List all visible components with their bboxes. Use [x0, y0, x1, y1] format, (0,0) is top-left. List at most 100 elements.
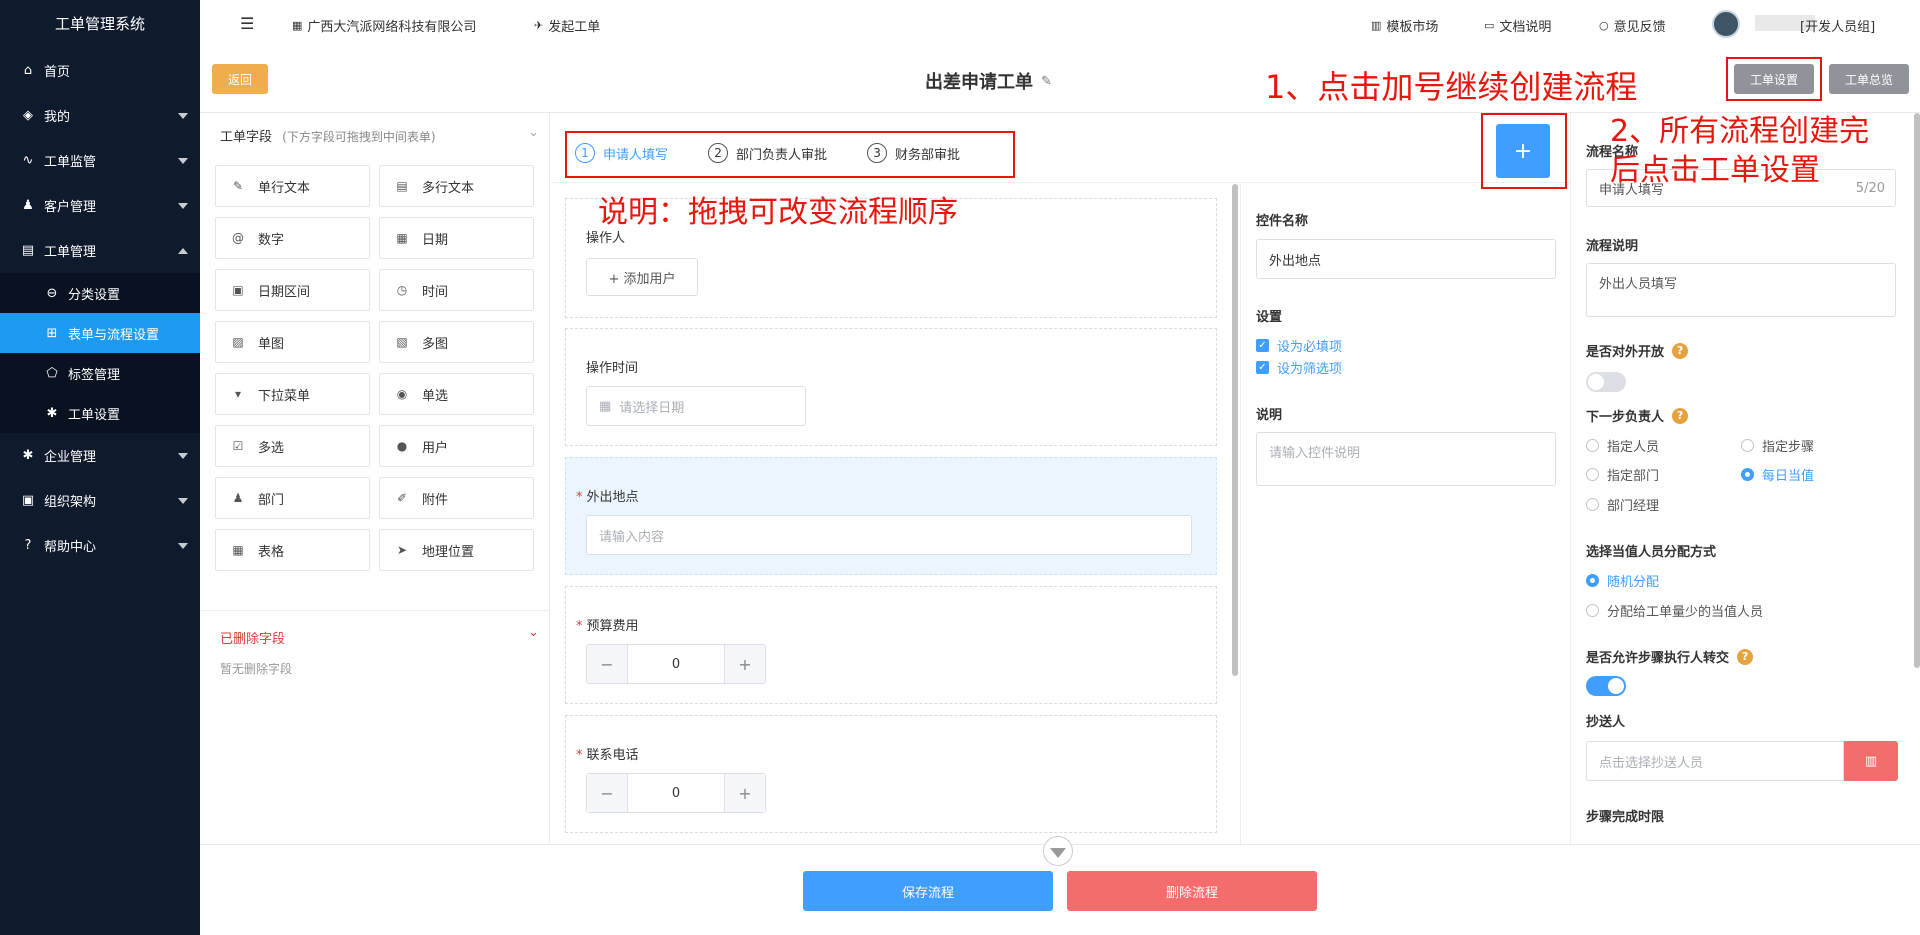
- save-flow-button[interactable]: 保存流程: [803, 871, 1053, 911]
- field-type-button[interactable]: ▨ 单图: [215, 321, 370, 363]
- phone-value[interactable]: 0: [627, 774, 725, 812]
- trash-icon[interactable]: ▥: [1844, 741, 1898, 781]
- canvas-item-op-time[interactable]: 操作时间 ▦ 请选择日期: [565, 328, 1217, 446]
- field-type-button[interactable]: ▦ 表格: [215, 529, 370, 571]
- back-button[interactable]: 返回: [212, 64, 268, 94]
- annotation-box-add: [1481, 113, 1567, 189]
- control-name-value: 外出地点: [1269, 253, 1322, 269]
- budget-value[interactable]: 0: [627, 645, 725, 683]
- radio-random[interactable]: 随机分配: [1586, 571, 1659, 590]
- canvas-item-budget[interactable]: * 预算费用 − 0 +: [565, 586, 1217, 704]
- field-type-button[interactable]: ☑ 多选: [215, 425, 370, 467]
- check-icon: ✓: [1256, 361, 1269, 374]
- sidebar-item-tickets[interactable]: ▤ 工单管理: [0, 228, 200, 273]
- control-name-input[interactable]: 外出地点: [1256, 239, 1556, 279]
- cc-placeholder: 点击选择抄送人员: [1599, 755, 1704, 771]
- sidebar-item-org[interactable]: ▣ 组织架构: [0, 478, 200, 523]
- sidebar-item-enterprise[interactable]: ✱ 企业管理: [0, 433, 200, 478]
- radio-specified-step[interactable]: 指定步骤: [1741, 436, 1814, 455]
- chevron-down-icon[interactable]: ⌄: [528, 125, 539, 140]
- radio-specified-dept[interactable]: 指定部门: [1586, 465, 1659, 484]
- sidebar-item-monitor[interactable]: ∿ 工单监管: [0, 138, 200, 183]
- radio-label: 指定步骤: [1762, 440, 1815, 455]
- field-type-button[interactable]: @ 数字: [215, 217, 370, 259]
- location-input[interactable]: 请输入内容: [586, 515, 1192, 555]
- ticket-overview-button[interactable]: 工单总览: [1829, 64, 1909, 94]
- minus-button[interactable]: −: [587, 774, 627, 812]
- field-type-button[interactable]: ➤ 地理位置: [379, 529, 534, 571]
- sidebar-subitem-tags[interactable]: ⬠ 标签管理: [0, 353, 200, 393]
- control-desc-textarea[interactable]: 请输入控件说明: [1256, 432, 1556, 486]
- sidebar-item-label: 客户管理: [44, 200, 97, 215]
- sidebar-item-customers[interactable]: ♟ 客户管理: [0, 183, 200, 228]
- plus-button[interactable]: +: [725, 774, 765, 812]
- sidebar-item-mine[interactable]: ◈ 我的: [0, 93, 200, 138]
- open-label: 是否对外开放: [1586, 345, 1665, 360]
- avatar[interactable]: [1712, 10, 1740, 38]
- edit-icon[interactable]: ✎: [1041, 74, 1052, 89]
- question-icon: ?: [24, 538, 32, 553]
- open-toggle[interactable]: [1586, 372, 1626, 392]
- help-icon[interactable]: ?: [1672, 407, 1689, 424]
- chevron-down-icon[interactable]: ⌄: [528, 625, 539, 640]
- category-icon: ⊖: [46, 285, 58, 301]
- budget-stepper[interactable]: − 0 +: [586, 644, 766, 684]
- radio-circle: [1586, 468, 1599, 481]
- sidebar-subitem-category[interactable]: ⊖ 分类设置: [0, 273, 200, 313]
- collapse-button[interactable]: [1043, 836, 1073, 866]
- plus-button[interactable]: +: [725, 645, 765, 683]
- field-type-button[interactable]: ◉ 单选: [379, 373, 534, 415]
- add-user-button[interactable]: + 添加用户: [586, 258, 698, 296]
- field-type-label: 日期: [422, 232, 449, 248]
- menu-toggle-icon[interactable]: ☰: [240, 14, 254, 33]
- radio-least-load[interactable]: 分配给工单量少的当值人员: [1586, 601, 1763, 620]
- template-market-link[interactable]: ▥ 模板市场: [1371, 16, 1438, 35]
- field-type-button[interactable]: ✎ 单行文本: [215, 165, 370, 207]
- field-type-button[interactable]: ● 用户: [379, 425, 534, 467]
- canvas-scrollbar[interactable]: [1232, 184, 1238, 676]
- field-type-button[interactable]: ▧ 多图: [379, 321, 534, 363]
- company-selector[interactable]: ▦ 广西大汽派网络科技有限公司: [292, 16, 476, 35]
- toggle-knob: [1588, 374, 1604, 390]
- required-checkbox[interactable]: ✓ 设为必填项: [1256, 336, 1342, 355]
- transfer-toggle[interactable]: [1586, 676, 1626, 696]
- flow-desc-textarea[interactable]: 外出人员填写: [1586, 263, 1896, 317]
- sidebar-item-home[interactable]: ⌂ 首页: [0, 48, 200, 93]
- radio-label: 指定部门: [1607, 469, 1660, 484]
- sidebar-subitem-ticket-settings[interactable]: ✱ 工单设置: [0, 393, 200, 433]
- help-icon[interactable]: ?: [1737, 648, 1754, 665]
- field-label: 联系电话: [586, 748, 639, 763]
- field-type-button[interactable]: ▾ 下拉菜单: [215, 373, 370, 415]
- feedback-link[interactable]: ○ 意见反馈: [1599, 16, 1666, 35]
- radio-dept-manager[interactable]: 部门经理: [1586, 495, 1659, 514]
- delete-flow-button[interactable]: 删除流程: [1067, 871, 1317, 911]
- field-type-button[interactable]: ♟ 部门: [215, 477, 370, 519]
- sidebar-item-help[interactable]: ? 帮助中心: [0, 523, 200, 568]
- date-picker[interactable]: ▦ 请选择日期: [586, 386, 806, 426]
- canvas-item-phone[interactable]: * 联系电话 − 0 +: [565, 715, 1217, 833]
- field-type-button[interactable]: ✐ 附件: [379, 477, 534, 519]
- props-scrollbar[interactable]: [1914, 113, 1920, 668]
- required-mark: *: [576, 490, 583, 505]
- sidebar: 工单管理系统 ⌂ 首页 ◈ 我的 ∿ 工单监管 ♟ 客户管理 ▤ 工单管理 ⊖ 分类设置 ⊞…: [0, 0, 200, 935]
- building-icon: ▦: [292, 19, 303, 32]
- feedback-label: 意见反馈: [1613, 20, 1666, 35]
- field-type-button[interactable]: ▤ 多行文本: [379, 165, 534, 207]
- cc-input[interactable]: 点击选择抄送人员: [1586, 741, 1844, 781]
- launch-ticket-link[interactable]: ✈ 发起工单: [534, 16, 600, 35]
- help-icon[interactable]: ?: [1672, 342, 1689, 359]
- field-type-button[interactable]: ▣ 日期区间: [215, 269, 370, 311]
- radio-daily-duty[interactable]: 每日当值: [1741, 465, 1814, 484]
- field-type-button[interactable]: ▦ 日期: [379, 217, 534, 259]
- control-desc-placeholder: 请输入控件说明: [1269, 446, 1361, 461]
- sidebar-subitem-form-flow[interactable]: ⊞ 表单与流程设置: [0, 313, 200, 353]
- field-type-icon: ➤: [396, 543, 408, 557]
- docs-link[interactable]: ▭ 文档说明: [1484, 16, 1551, 35]
- radio-specified-person[interactable]: 指定人员: [1586, 436, 1659, 455]
- canvas-item-location[interactable]: * 外出地点 请输入内容: [565, 457, 1217, 575]
- filter-checkbox[interactable]: ✓ 设为筛选项: [1256, 358, 1342, 377]
- phone-stepper[interactable]: − 0 +: [586, 773, 766, 813]
- field-type-button[interactable]: ◷ 时间: [379, 269, 534, 311]
- minus-button[interactable]: −: [587, 645, 627, 683]
- radio-label: 分配给工单量少的当值人员: [1607, 605, 1764, 620]
